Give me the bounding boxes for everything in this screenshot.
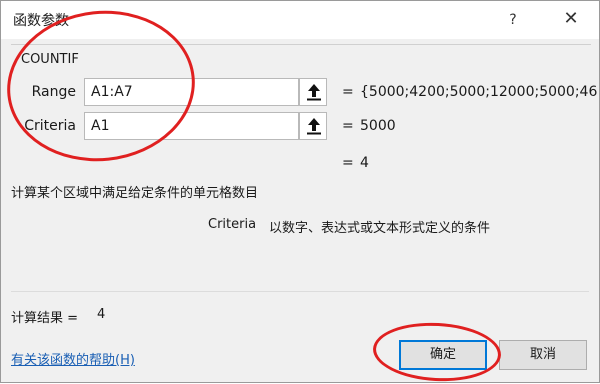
argument-description-name: Criteria	[208, 217, 257, 232]
close-icon[interactable]: ✕	[556, 6, 586, 32]
title-bar[interactable]: 函数参数 ? ✕	[1, 1, 599, 39]
dialog-title: 函数参数	[13, 13, 69, 29]
function-arguments-dialog: 函数参数 ? ✕ COUNTIF Range A1:A7 = {5000;420…	[0, 0, 600, 384]
range-collapse-button[interactable]	[299, 78, 327, 106]
function-name: COUNTIF	[21, 52, 79, 67]
criteria-input[interactable]: A1	[84, 112, 299, 140]
arrow-up-icon	[307, 84, 321, 101]
arrow-up-icon	[307, 118, 321, 135]
function-help-link[interactable]: 有关该函数的帮助(H)	[11, 349, 135, 368]
divider	[11, 291, 589, 292]
criteria-label: Criteria	[24, 118, 76, 134]
cancel-button[interactable]: 取消	[499, 340, 587, 370]
range-input[interactable]: A1:A7	[84, 78, 299, 106]
help-icon[interactable]: ?	[501, 9, 525, 31]
argument-description-text: 以数字、表达式或文本形式定义的条件	[269, 221, 491, 236]
criteria-collapse-button[interactable]	[299, 112, 327, 140]
result-label: 计算结果 =	[11, 311, 79, 326]
formula-result-equals: =	[342, 155, 354, 171]
ok-button[interactable]: 确定	[399, 340, 487, 370]
range-value: {5000;4200;5000;12000;5000;46	[360, 84, 598, 100]
criteria-value: 5000	[360, 118, 396, 134]
range-equals: =	[342, 84, 354, 100]
function-description: 计算某个区域中满足给定条件的单元格数目	[11, 186, 259, 201]
range-label: Range	[31, 84, 76, 100]
result-value: 4	[97, 307, 106, 322]
formula-result-value: 4	[360, 155, 369, 171]
criteria-equals: =	[342, 118, 354, 134]
